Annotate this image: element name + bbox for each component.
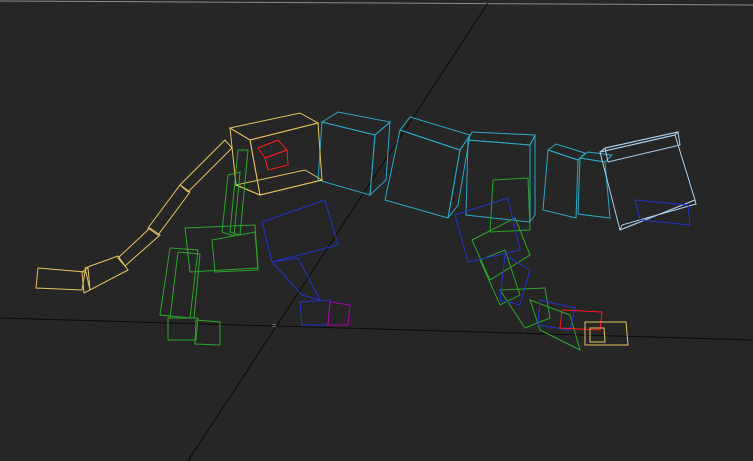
front-arm-chain-yellow[interactable] [35, 139, 233, 294]
grid-axis-line [187, 2, 489, 461]
viewport-top-border [0, 0, 753, 6]
spine-chain[interactable] [317, 111, 614, 224]
viewport-canvas[interactable]: = [0, 0, 753, 461]
head-selected-marker[interactable] [257, 139, 289, 171]
pelvis-box[interactable] [599, 131, 697, 231]
origin-marker: = [272, 321, 277, 330]
front-leg-chain-blue[interactable] [261, 199, 351, 326]
grid-horizon-line [0, 317, 753, 341]
3d-viewport[interactable]: = [0, 0, 753, 461]
front-leg-chain-green[interactable] [159, 149, 259, 346]
rear-leg-chain-green[interactable] [471, 177, 581, 351]
